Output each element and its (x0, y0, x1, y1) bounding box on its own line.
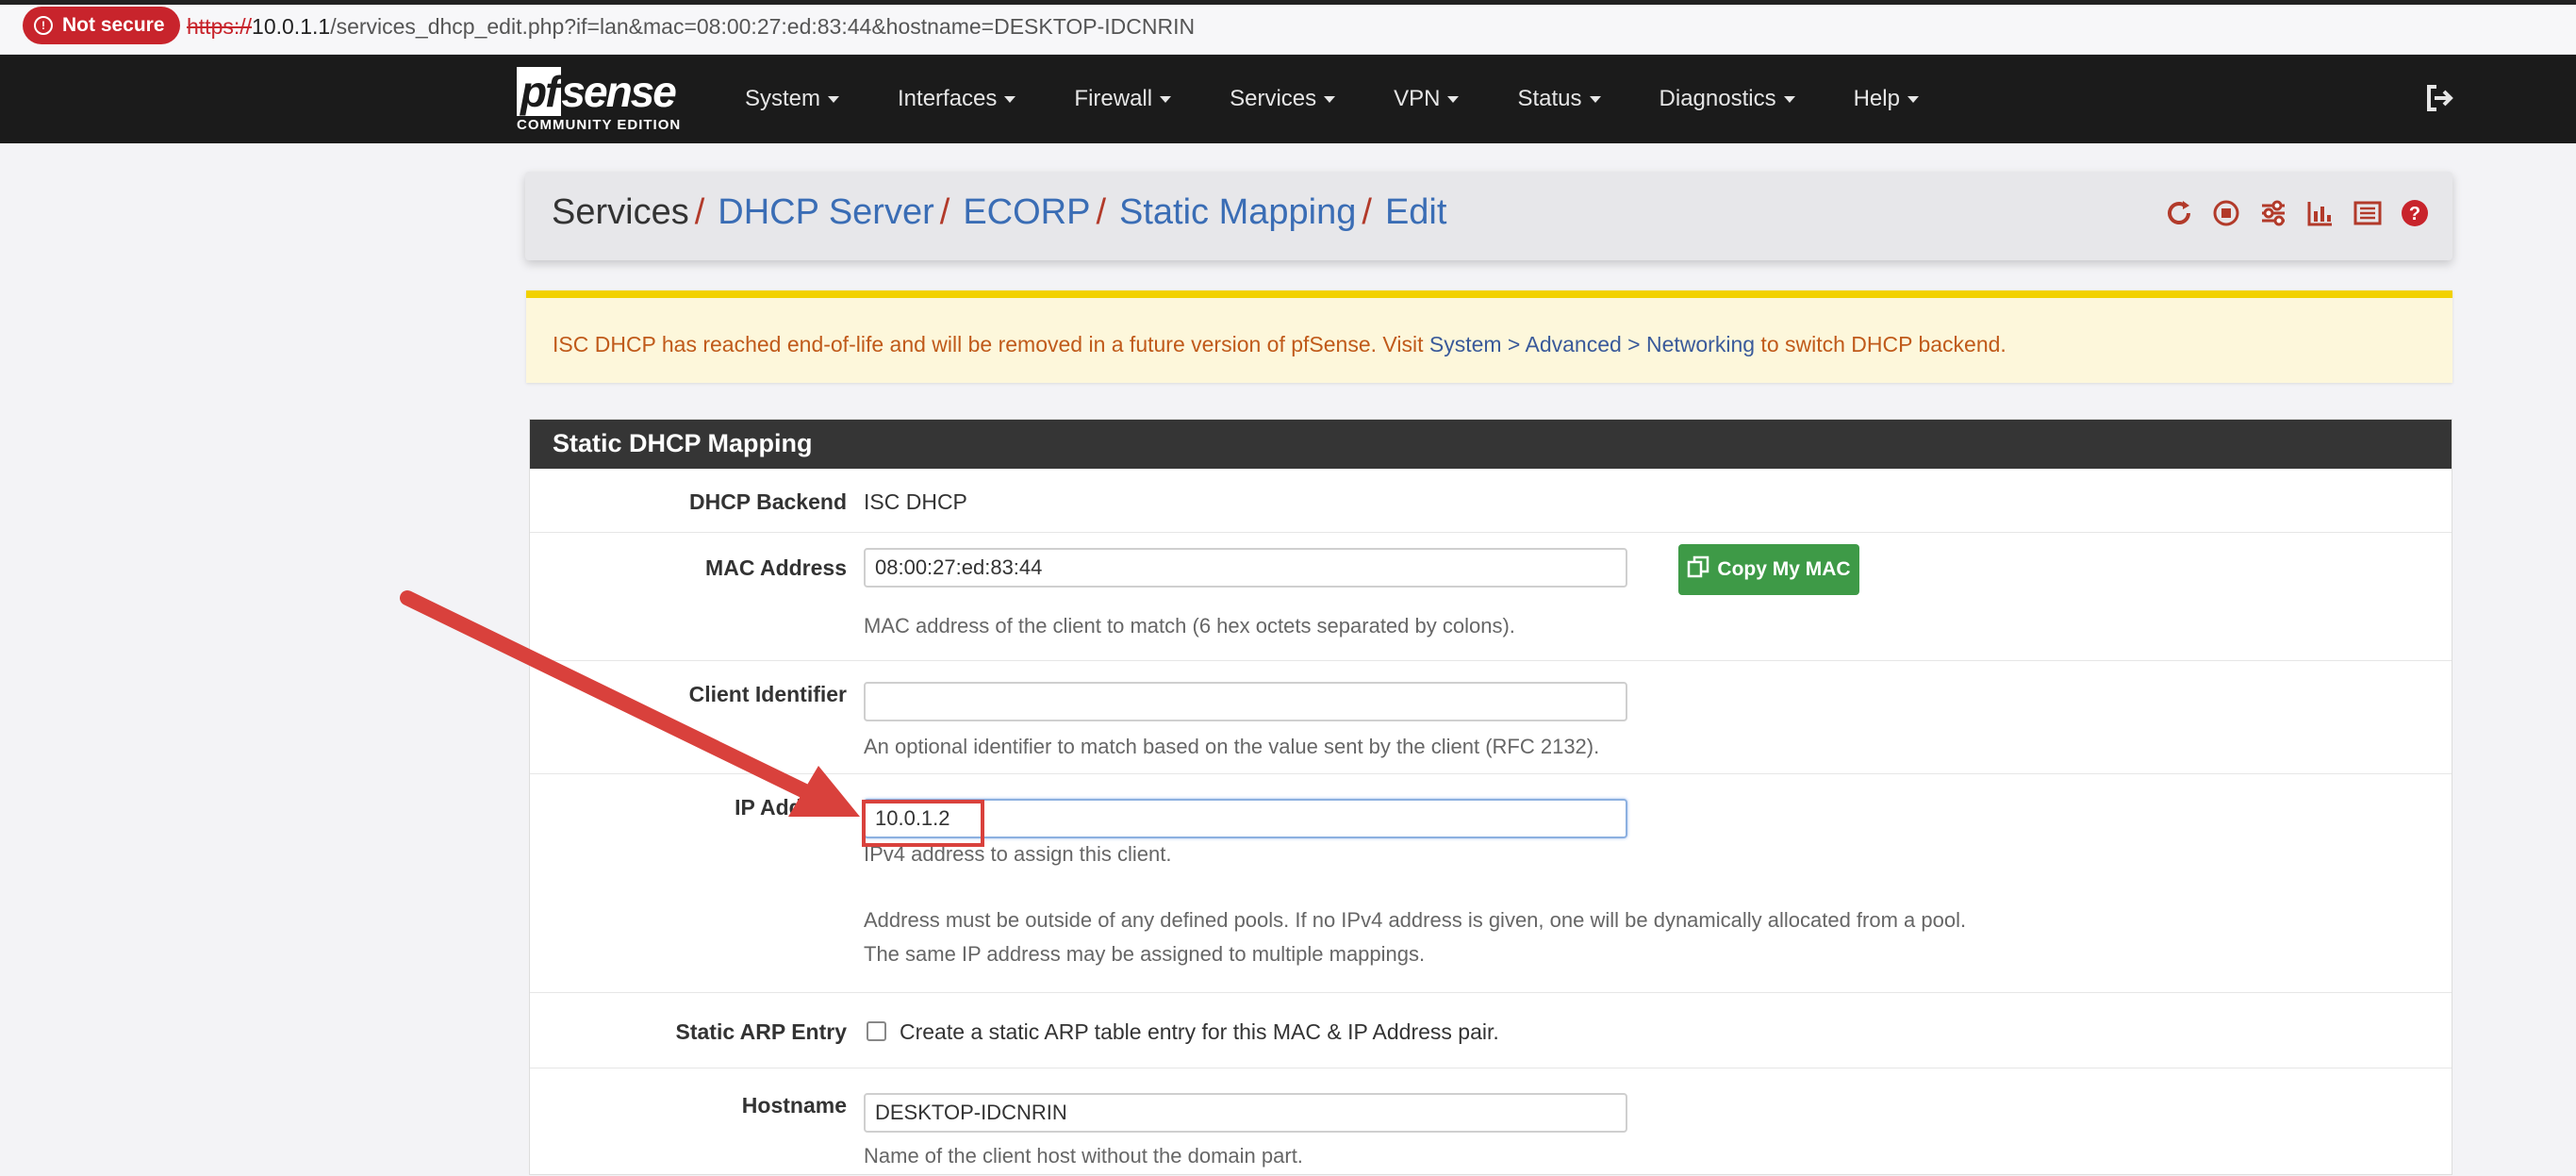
alert-text-before: ISC DHCP has reached end-of-life and wil… (553, 332, 1429, 356)
pfsense-logo[interactable]: pfsense COMMUNITY EDITION (517, 66, 705, 136)
caret-down-icon (1324, 95, 1336, 103)
copy-icon (1687, 555, 1709, 584)
row-client-identifier: Client Identifier An optional identifier… (530, 661, 2452, 774)
nav-item-status[interactable]: Status (1517, 86, 1601, 112)
nav-item-vpn[interactable]: VPN (1394, 86, 1460, 112)
caret-down-icon (1004, 95, 1016, 103)
nav-item-help[interactable]: Help (1854, 86, 1919, 112)
breadcrumb-services: Services (552, 192, 689, 232)
alert-link-networking[interactable]: System > Advanced > Networking (1429, 332, 1755, 356)
mac-address-help: MAC address of the client to match (6 he… (864, 614, 1515, 638)
breadcrumb-separator: / (939, 192, 950, 232)
caret-down-icon (1589, 95, 1601, 103)
breadcrumb-dhcp-server[interactable]: DHCP Server (718, 192, 933, 232)
breadcrumb-separator: / (1096, 192, 1107, 232)
static-dhcp-mapping-panel: Static DHCP Mapping DHCP Backend ISC DHC… (529, 419, 2452, 1175)
caret-down-icon (1160, 95, 1172, 103)
ip-address-multi-note: The same IP address may be assigned to m… (864, 942, 1426, 966)
nav-label: Services (1230, 86, 1317, 111)
warning-circle-icon: ! (34, 16, 53, 35)
breadcrumb: Services / DHCP Server / ECORP / Static Mappin… (552, 192, 1446, 233)
client-identifier-label: Client Identifier (688, 682, 847, 706)
breadcrumb-separator: / (1362, 192, 1372, 232)
static-arp-label: Static ARP Entry (675, 1019, 848, 1044)
ip-address-label: IP Address (735, 795, 847, 820)
nav-label: Firewall (1074, 86, 1153, 111)
hostname-input[interactable] (864, 1093, 1627, 1133)
nav-label: VPN (1394, 86, 1441, 111)
nav-item-system[interactable]: System (745, 86, 840, 112)
copy-my-mac-button[interactable]: Copy My MAC (1678, 544, 1859, 595)
mac-address-input[interactable] (864, 548, 1627, 588)
static-arp-checkbox[interactable] (867, 1021, 886, 1041)
dhcp-backend-label: DHCP Backend (688, 489, 847, 514)
security-label: Not secure (62, 14, 165, 36)
nav-label: System (745, 86, 821, 111)
hostname-label: Hostname (741, 1093, 847, 1118)
url-path: /services_dhcp_edit.php?if=lan&mac=08:00… (330, 14, 1196, 39)
logo-text: pfsense (517, 66, 677, 117)
nav-label: Diagnostics (1659, 86, 1776, 111)
breadcrumb-static-mapping[interactable]: Static Mapping (1119, 192, 1356, 232)
hostname-help: Name of the client host without the doma… (864, 1144, 1303, 1168)
url-scheme: https:// (187, 14, 253, 39)
log-list-icon[interactable] (2351, 196, 2385, 230)
row-dhcp-backend: DHCP Backend ISC DHCP (530, 469, 2452, 533)
svg-text:?: ? (2409, 204, 2420, 224)
breadcrumb-edit[interactable]: Edit (1385, 192, 1446, 232)
logo-subtitle: COMMUNITY EDITION (517, 117, 682, 133)
breadcrumb-actions: ? (2162, 196, 2432, 230)
top-navbar: pfsense COMMUNITY EDITION System Interfa… (0, 55, 2576, 143)
row-static-arp: Static ARP Entry Create a static ARP tab… (530, 993, 2452, 1068)
nav-item-firewall[interactable]: Firewall (1074, 86, 1172, 112)
eol-warning-alert: ISC DHCP has reached end-of-life and wil… (526, 290, 2452, 383)
logout-icon[interactable] (2421, 79, 2459, 117)
row-ip-address: IP Address IPv4 address to assign this c… (530, 774, 2452, 993)
caret-down-icon (1783, 95, 1795, 103)
annotation-highlight-box (862, 800, 984, 847)
copy-my-mac-label: Copy My MAC (1717, 558, 1851, 580)
settings-sliders-icon[interactable] (2256, 196, 2290, 230)
security-badge[interactable]: ! Not secure (23, 7, 180, 44)
breadcrumb-bar: Services / DHCP Server / ECORP / Static Mappin… (525, 172, 2452, 260)
row-hostname: Hostname Name of the client host without… (530, 1068, 2452, 1176)
nav-item-interfaces[interactable]: Interfaces (898, 86, 1016, 112)
alert-text: ISC DHCP has reached end-of-life and wil… (553, 332, 2006, 357)
panel-title: Static DHCP Mapping (530, 420, 2452, 469)
breadcrumb-ecorp[interactable]: ECORP (963, 192, 1090, 232)
url-text[interactable]: https://10.0.1.1/services_dhcp_edit.php?… (187, 14, 1195, 40)
row-mac-address: MAC Address Copy My MAC MAC address of t… (530, 533, 2452, 661)
static-arp-checkbox-label: Create a static ARP table entry for this… (900, 1019, 1499, 1044)
caret-down-icon (1907, 95, 1919, 103)
client-identifier-input[interactable] (864, 682, 1627, 721)
help-icon[interactable]: ? (2398, 196, 2432, 230)
ip-address-pool-note: Address must be outside of any defined p… (864, 908, 1967, 932)
caret-down-icon (828, 95, 840, 103)
nav-label: Interfaces (898, 86, 998, 111)
browser-url-bar[interactable]: ! Not secure https://10.0.1.1/services_d… (0, 0, 2576, 55)
mac-address-label: MAC Address (705, 555, 847, 580)
nav-item-services[interactable]: Services (1230, 86, 1336, 112)
nav-menu: System Interfaces Firewall Services VPN … (745, 55, 1977, 143)
nav-label: Status (1517, 86, 1582, 111)
chart-icon[interactable] (2304, 196, 2337, 230)
breadcrumb-separator: / (694, 192, 705, 232)
url-host: 10.0.1.1 (252, 14, 331, 39)
dhcp-backend-value: ISC DHCP (864, 489, 967, 514)
caret-down-icon (1447, 95, 1460, 103)
stop-icon[interactable] (2209, 196, 2243, 230)
nav-item-diagnostics[interactable]: Diagnostics (1660, 86, 1795, 112)
reload-icon[interactable] (2162, 196, 2196, 230)
client-identifier-help: An optional identifier to match based on… (864, 735, 1600, 758)
alert-text-after: to switch DHCP backend. (1755, 332, 2006, 356)
nav-label: Help (1853, 86, 1900, 111)
